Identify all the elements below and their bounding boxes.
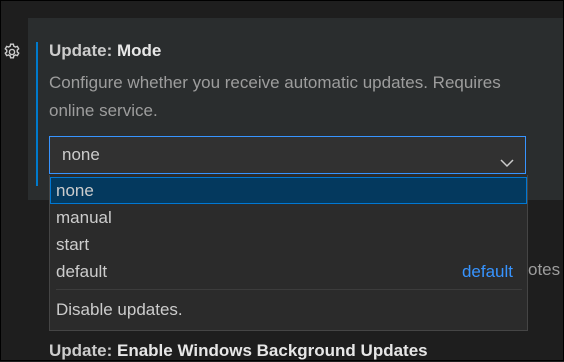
setting-title: Update: Mode: [49, 40, 161, 62]
dropdown-option-none[interactable]: none: [50, 177, 527, 204]
setting-name: Mode: [117, 41, 162, 60]
setting-description-line: Configure whether you receive automatic …: [49, 73, 501, 92]
setting-description: Configure whether you receive automatic …: [49, 69, 564, 125]
gear-icon[interactable]: [2, 42, 22, 62]
setting-name: Enable Windows Background Updates: [117, 341, 428, 360]
select-current-value: none: [62, 145, 100, 164]
dropdown-option-default[interactable]: default default: [50, 258, 527, 285]
obscured-description-text: otes: [528, 260, 561, 279]
chevron-down-icon[interactable]: [499, 148, 515, 168]
setting-description-line: online service.: [49, 101, 158, 120]
select-dropdown: none manual start default default Disabl…: [49, 175, 528, 331]
option-label: start: [56, 235, 90, 254]
default-badge: default: [461, 262, 513, 281]
option-label: default: [56, 262, 108, 281]
option-label: manual: [56, 208, 112, 227]
next-setting-title: Update: Enable Windows Background Update…: [49, 340, 428, 362]
option-description: Disable updates.: [56, 300, 183, 319]
dropdown-divider: [56, 289, 522, 290]
setting-category: Update:: [49, 341, 117, 360]
focus-indicator: [36, 42, 38, 186]
option-label: none: [56, 181, 94, 200]
dropdown-option-manual[interactable]: manual: [50, 204, 527, 231]
dropdown-option-start[interactable]: start: [50, 231, 527, 258]
setting-category: Update:: [49, 41, 117, 60]
update-mode-select[interactable]: none: [49, 136, 526, 174]
